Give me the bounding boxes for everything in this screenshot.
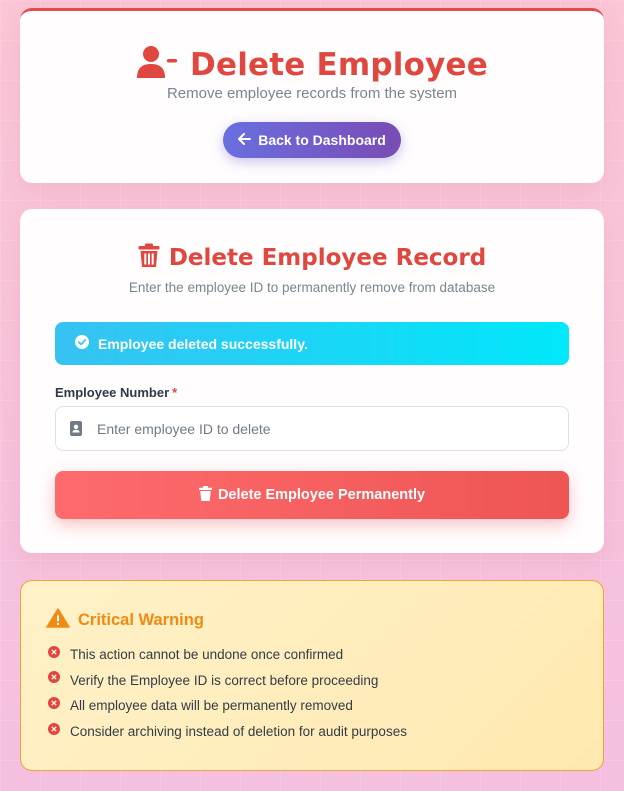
x-circle-icon <box>48 696 60 709</box>
page-title-row: Delete Employee <box>20 45 604 84</box>
x-circle-icon <box>48 645 60 658</box>
warning-item: This action cannot be undone once confir… <box>48 642 407 668</box>
warning-item-text: Verify the Employee ID is correct before… <box>70 672 379 688</box>
user-minus-icon <box>136 45 178 84</box>
warning-title-row: Critical Warning <box>46 608 204 633</box>
critical-warning-card: Critical Warning This action cannot be u… <box>20 580 604 771</box>
trash-icon <box>198 485 212 505</box>
warning-item: Verify the Employee ID is correct before… <box>48 668 407 694</box>
warning-triangle-icon <box>46 608 70 633</box>
employee-number-field <box>55 406 569 451</box>
form-title: Delete Employee Record <box>168 245 487 271</box>
warning-title: Critical Warning <box>78 611 204 629</box>
back-button-label: Back to Dashboard <box>258 132 386 148</box>
warning-item-text: Consider archiving instead of deletion f… <box>70 724 407 740</box>
form-title-row: Delete Employee Record <box>20 243 604 273</box>
alert-message: Employee deleted successfully. <box>98 335 308 352</box>
page-subtitle: Remove employee records from the system <box>166 85 458 102</box>
form-subtitle: Enter the employee ID to permanently rem… <box>128 280 496 295</box>
employee-number-label-text: Employee Number <box>55 385 170 400</box>
id-badge-icon <box>56 421 96 436</box>
x-circle-icon <box>48 671 60 684</box>
page-title: Delete Employee <box>190 46 488 83</box>
success-alert: Employee deleted successfully. <box>55 322 569 365</box>
required-mark: * <box>172 385 178 400</box>
warning-item: All employee data will be permanently re… <box>48 693 407 719</box>
trash-icon <box>138 243 160 273</box>
employee-number-input[interactable] <box>96 407 568 450</box>
delete-employee-button[interactable]: Delete Employee Permanently <box>55 471 569 519</box>
arrow-left-icon <box>238 132 252 148</box>
delete-form-card: Delete Employee Record Enter the employe… <box>20 209 604 553</box>
warning-list: This action cannot be undone once confir… <box>48 642 407 744</box>
employee-number-label: Employee Number * <box>55 385 177 400</box>
x-circle-icon <box>48 722 60 735</box>
delete-button-label: Delete Employee Permanently <box>217 487 426 503</box>
back-to-dashboard-button[interactable]: Back to Dashboard <box>223 122 401 158</box>
header-card: Delete Employee Remove employee records … <box>20 8 604 183</box>
warning-item-text: This action cannot be undone once confir… <box>70 647 344 663</box>
warning-item: Consider archiving instead of deletion f… <box>48 719 407 745</box>
warning-item-text: All employee data will be permanently re… <box>70 698 353 714</box>
check-circle-icon <box>75 335 89 352</box>
